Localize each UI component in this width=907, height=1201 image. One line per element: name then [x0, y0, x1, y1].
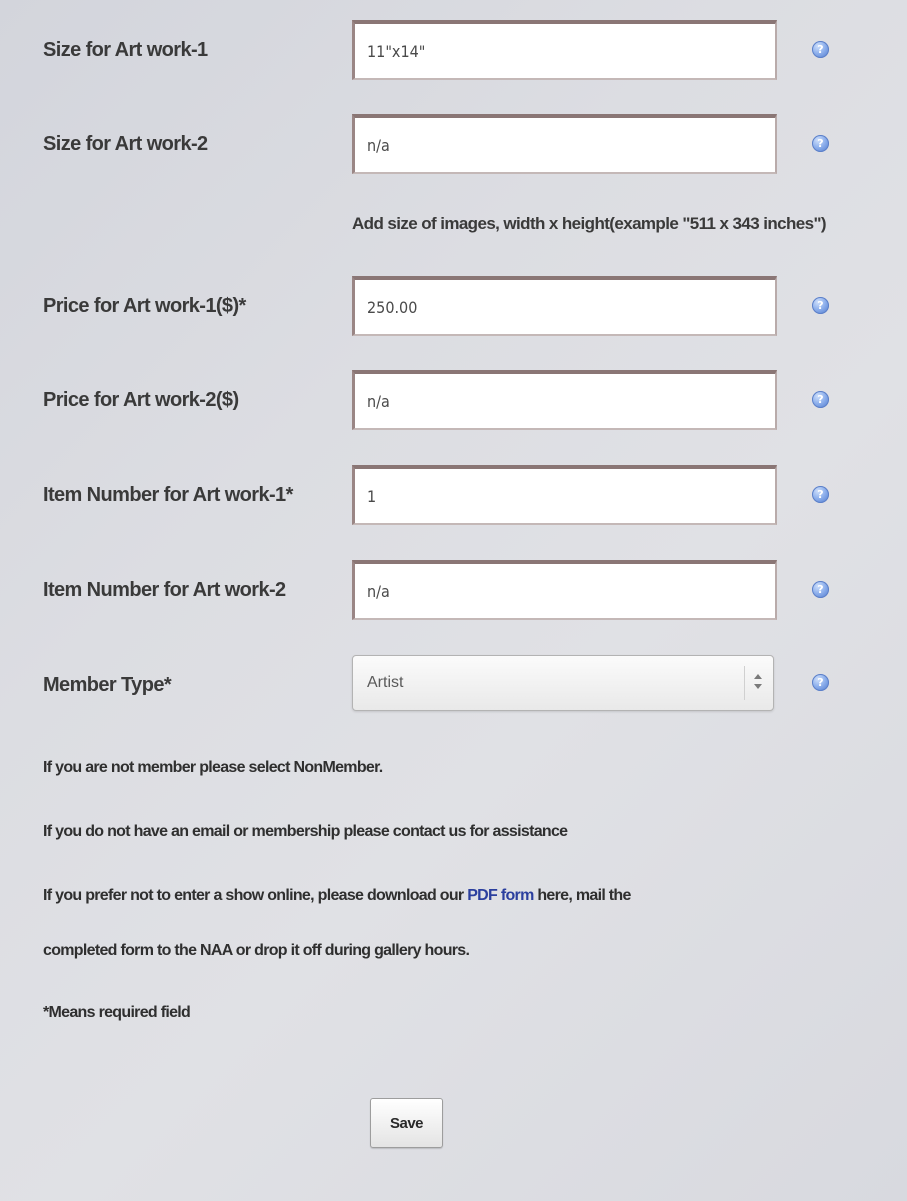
- help-icon[interactable]: ?: [812, 391, 829, 408]
- pdf-note-text-after: here, mail the: [533, 887, 631, 904]
- help-icon[interactable]: ?: [812, 486, 829, 503]
- size-artwork-1-row: Size for Art work-1 ?: [0, 20, 907, 80]
- help-icon[interactable]: ?: [812, 581, 829, 598]
- nonmember-note: If you are not member please select NonM…: [43, 759, 383, 776]
- size-hint-text: Add size of images, width x height(examp…: [352, 214, 827, 233]
- pdf-form-link[interactable]: PDF form: [467, 887, 534, 904]
- price-artwork-1-label: Price for Art work-1($)*: [43, 295, 246, 317]
- help-icon[interactable]: ?: [812, 297, 829, 314]
- price-artwork-1-row: Price for Art work-1($)* ?: [0, 276, 907, 336]
- price-artwork-1-input[interactable]: [352, 276, 777, 336]
- contact-note: If you do not have an email or membershi…: [43, 823, 568, 840]
- pdf-note: If you prefer not to enter a show online…: [43, 887, 631, 905]
- size-artwork-1-label: Size for Art work-1: [43, 39, 208, 61]
- help-icon[interactable]: ?: [812, 41, 829, 58]
- select-updown-arrows-icon: [754, 672, 762, 692]
- arrow-up-icon: [754, 674, 762, 679]
- required-field-note: *Means required field: [43, 1004, 191, 1021]
- member-type-label: Member Type*: [43, 674, 172, 696]
- size-artwork-2-row: Size for Art work-2 ?: [0, 114, 907, 174]
- item-number-artwork-1-input[interactable]: [352, 465, 777, 525]
- save-button[interactable]: Save: [370, 1098, 443, 1148]
- member-type-row: Member Type* Artist ?: [0, 655, 907, 715]
- arrow-down-icon: [754, 684, 762, 689]
- member-type-select[interactable]: Artist: [352, 655, 774, 711]
- price-artwork-2-row: Price for Art work-2($) ?: [0, 370, 907, 430]
- size-artwork-1-input[interactable]: [352, 20, 777, 80]
- size-artwork-2-input[interactable]: [352, 114, 777, 174]
- size-artwork-2-label: Size for Art work-2: [43, 133, 208, 155]
- item-number-artwork-1-row: Item Number for Art work-1* ?: [0, 465, 907, 525]
- help-icon[interactable]: ?: [812, 674, 829, 691]
- item-number-artwork-1-label: Item Number for Art work-1*: [43, 484, 293, 506]
- item-number-artwork-2-label: Item Number for Art work-2: [43, 579, 286, 601]
- item-number-artwork-2-input[interactable]: [352, 560, 777, 620]
- price-artwork-2-input[interactable]: [352, 370, 777, 430]
- pdf-note-text-before: If you prefer not to enter a show online…: [43, 887, 468, 904]
- price-artwork-2-label: Price for Art work-2($): [43, 389, 239, 411]
- member-type-selected-value: Artist: [367, 674, 404, 691]
- help-icon[interactable]: ?: [812, 135, 829, 152]
- pdf-note-line-2: completed form to the NAA or drop it off…: [43, 942, 470, 959]
- select-divider: [744, 666, 745, 700]
- item-number-artwork-2-row: Item Number for Art work-2 ?: [0, 560, 907, 620]
